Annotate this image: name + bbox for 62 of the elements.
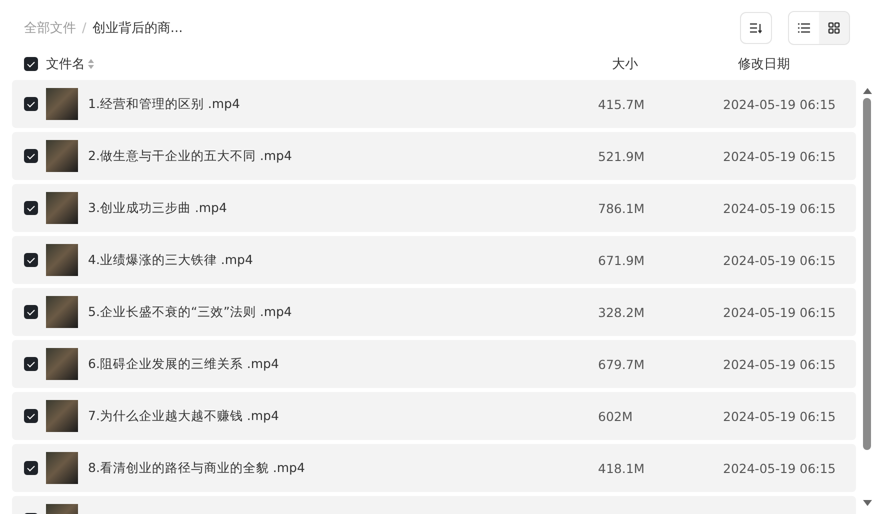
modified-date: 2024-05-19 06:15 <box>723 460 833 476</box>
column-header[interactable]: 文件名 <box>46 55 85 73</box>
file-name: 1.经营和管理的区别 .mp4 <box>88 96 241 112</box>
row-checkbox[interactable] <box>24 97 38 111</box>
modified-date: 2024-05-19 06:15 <box>723 252 833 268</box>
video-thumbnail <box>46 296 78 328</box>
row-checkbox[interactable] <box>24 409 38 423</box>
file-name: 8.看清创业的路径与商业的全貌 .mp4 <box>88 460 306 476</box>
file-name: 7.为什么企业越大越不赚钱 .mp4 <box>88 408 280 424</box>
modified-date: 2024-05-19 06:15 <box>723 96 833 112</box>
modified-date: 2024-05-19 06:15 <box>723 408 833 424</box>
file-size: 602M <box>598 408 634 424</box>
row-checkbox[interactable] <box>24 253 38 267</box>
file-row[interactable]: 4.业绩爆涨的三大铁律 .mp4 671.9M 2024-05-19 06:15 <box>12 236 856 284</box>
file-row[interactable]: 8.看清创业的路径与商业的全貌 .mp4 418.1M 2024-05-19 06:15 <box>12 444 856 492</box>
video-thumbnail <box>46 140 78 172</box>
video-thumbnail <box>46 244 78 276</box>
breadcrumb-separator: / <box>82 20 86 36</box>
file-name: 2.做生意与干企业的五大不同 .mp4 <box>88 148 293 164</box>
modified-date: 2024-05-19 06:15 <box>723 356 833 372</box>
file-size: 786.1M <box>598 200 646 216</box>
column-header: 修改日期 <box>738 57 790 72</box>
sort-icon <box>749 22 763 34</box>
file-row[interactable]: 1.经营和管理的区别 .mp4 415.7M 2024-05-19 06:15 <box>12 80 856 128</box>
scroll-down-icon[interactable] <box>862 500 872 506</box>
row-checkbox[interactable] <box>24 357 38 371</box>
file-row[interactable]: 7.为什么企业越大越不赚钱 .mp4 602M 2024-05-19 06:15 <box>12 392 856 440</box>
video-thumbnail <box>46 400 78 432</box>
breadcrumb-item[interactable]: 创业背后的商... <box>92 19 183 37</box>
file-row[interactable]: 6.阻碍企业发展的三维关系 .mp4 679.7M 2024-05-19 06:15 <box>12 340 856 388</box>
view-mode-button[interactable] <box>789 12 819 44</box>
row-checkbox[interactable] <box>24 461 38 475</box>
video-thumbnail <box>46 452 78 484</box>
video-thumbnail <box>46 192 78 224</box>
select-all-checkbox[interactable] <box>24 57 38 71</box>
scroll-up-icon[interactable] <box>862 88 872 94</box>
row-checkbox[interactable] <box>24 149 38 163</box>
column-header: 大小 <box>612 57 638 72</box>
file-size: 521.9M <box>598 148 646 164</box>
video-thumbnail <box>46 88 78 120</box>
file-name: 3.创业成功三步曲 .mp4 <box>88 200 228 216</box>
file-name: 5.企业长盛不衰的“三效”法则 .mp4 <box>88 304 293 320</box>
sort-button[interactable] <box>740 12 772 44</box>
file-size: 418.1M <box>598 460 646 476</box>
modified-date: 2024-05-19 06:15 <box>723 304 833 320</box>
file-size: 679.7M <box>598 356 646 372</box>
video-thumbnail <box>46 348 78 380</box>
file-row[interactable]: 2.做生意与干企业的五大不同 .mp4 521.9M 2024-05-19 06:15 <box>12 132 856 180</box>
file-name: 4.业绩爆涨的三大铁律 .mp4 <box>88 252 254 268</box>
file-row[interactable]: 3.创业成功三步曲 .mp4 786.1M 2024-05-19 06:15 <box>12 184 856 232</box>
modified-date: 2024-05-19 06:15 <box>723 200 833 216</box>
file-row[interactable]: 5.企业长盛不衰的“三效”法则 .mp4 328.2M 2024-05-19 06:15 <box>12 288 856 336</box>
scrollbar-thumb[interactable] <box>863 98 871 450</box>
row-checkbox[interactable] <box>24 201 38 215</box>
file-size: 415.7M <box>598 96 646 112</box>
list-icon <box>798 23 810 33</box>
file-name: 6.阻碍企业发展的三维关系 .mp4 <box>88 356 280 372</box>
file-size: 328.2M <box>598 304 646 320</box>
modified-date: 2024-05-19 06:15 <box>723 148 833 164</box>
file-size: 671.9M <box>598 252 646 268</box>
row-checkbox[interactable] <box>24 305 38 319</box>
grid-icon <box>828 22 840 34</box>
